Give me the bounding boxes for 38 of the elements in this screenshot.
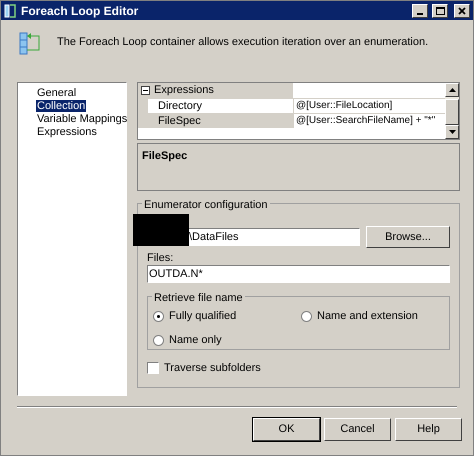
checkbox[interactable] <box>147 362 159 374</box>
radio-label: Name and extension <box>317 308 418 324</box>
maximize-button[interactable] <box>432 4 448 18</box>
redaction-block <box>133 214 189 246</box>
dialog-button[interactable]: Cancel <box>324 418 391 441</box>
loop-container-icon <box>19 32 41 56</box>
navigation-item[interactable]: Expressions <box>36 126 98 138</box>
property-name[interactable]: FileSpec <box>148 114 293 128</box>
minimize-icon <box>417 12 423 14</box>
property-description-title: FileSpec <box>142 150 188 162</box>
scroll-down-icon <box>448 130 456 134</box>
dialog-button[interactable]: OK <box>253 418 320 441</box>
folder-field[interactable]: \DataFiles <box>189 228 360 246</box>
scroll-up-icon <box>448 88 456 92</box>
minimize-button[interactable] <box>412 4 428 18</box>
group-title: Enumerator configuration <box>142 197 270 214</box>
close-button[interactable] <box>454 4 470 18</box>
radio-label: Name only <box>169 332 222 348</box>
category-label: Expressions <box>154 83 215 98</box>
collapse-icon[interactable] <box>141 86 150 95</box>
radio-button[interactable] <box>301 310 312 322</box>
navigation-item[interactable]: Variable Mappings <box>36 113 128 125</box>
radio-button[interactable] <box>153 334 164 346</box>
checkbox-label: Traverse subfolders <box>164 361 261 376</box>
maximize-icon <box>436 6 444 14</box>
dialog-button[interactable]: Help <box>395 418 462 441</box>
close-icon <box>458 6 466 14</box>
radio-label: Fully qualified <box>169 308 236 324</box>
navigation-item[interactable]: Collection <box>36 100 86 112</box>
window-title: Foreach Loop Editor <box>21 2 140 20</box>
navigation-item[interactable]: General <box>36 87 78 99</box>
files-field[interactable]: OUTDA.N* <box>147 265 450 283</box>
radio-button[interactable] <box>153 310 164 322</box>
window-icon <box>4 4 17 18</box>
browse-button[interactable]: Browse... <box>366 226 450 248</box>
scrollbar[interactable] <box>445 83 459 139</box>
description-text: The Foreach Loop container allows execution iteration over an enumeration. <box>57 35 428 50</box>
files-label: Files: <box>147 252 174 265</box>
